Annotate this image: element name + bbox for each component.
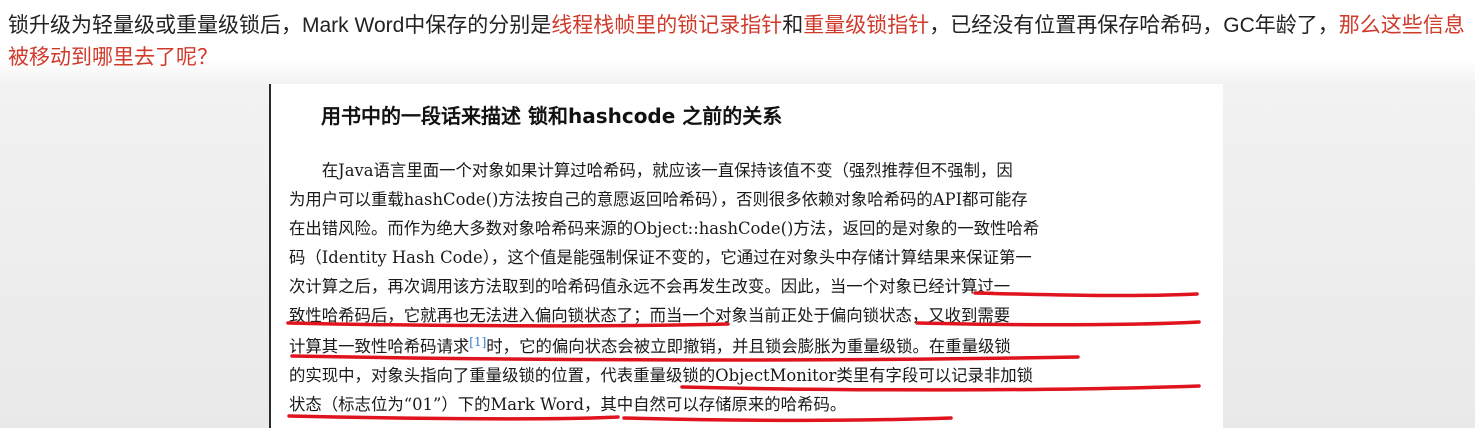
book-line-6: 致性哈希码后，它就再也无法进入偏向锁状态了；而当一个对象当前正处于偏向锁状态，又… — [289, 306, 1011, 325]
book-heading: 用书中的一段话来描述 锁和hashcode 之前的关系 — [321, 104, 783, 128]
question-highlight-heavy-lock: 重量级锁指针 — [803, 14, 930, 37]
book-line-9: 状态（标志位为“01”）下的Mark Word，其中自然可以存储原来的哈希码。 — [289, 395, 847, 414]
question-part-1: 锁升级为轻量级或重量级锁后，Mark Word中保存的分别是 — [8, 14, 552, 37]
question-text: 锁升级为轻量级或重量级锁后，Mark Word中保存的分别是线程栈帧里的锁记录指… — [8, 10, 1468, 74]
book-line-1: 在Java语言里面一个对象如果计算过哈希码，就应该一直保持该值不变（强烈推荐但不… — [289, 161, 1013, 180]
question-highlight-lock-record: 线程栈帧里的锁记录指针 — [551, 14, 783, 37]
book-excerpt: 用书中的一段话来描述 锁和hashcode 之前的关系 在Java语言里面一个对… — [269, 84, 1223, 428]
book-line-2: 为用户可以重载hashCode()方法按自己的意愿返回哈希码），否则很多依赖对象… — [289, 190, 1028, 209]
question-part-3: 和 — [782, 14, 804, 37]
book-line-7: 计算其一致性哈希码请求[1]时，它的偏向状态会被立即撤销，并且锁会膨胀为重量级锁… — [289, 333, 1011, 357]
question-part-5: ，已经没有位置再保存哈希码，GC年龄了， — [929, 14, 1339, 37]
book-line-7-b: 时，它的偏向状态会被立即撤销，并且锁会膨胀为重量级锁。在重量级锁 — [486, 337, 1011, 356]
book-line-3: 在出错风险。而作为绝大多数对象哈希码来源的Object::hashCode()方… — [289, 219, 1040, 238]
book-line-4: 码（Identity Hash Code），这个值是能强制保证不变的，它通过在对… — [289, 248, 1032, 267]
footnote-link[interactable]: [1] — [469, 335, 486, 349]
book-line-7-a: 计算其一致性哈希码请求 — [289, 337, 470, 356]
book-line-8: 的实现中，对象头指向了重量级锁的位置，代表重量级锁的ObjectMonitor类… — [289, 366, 1034, 385]
book-line-5: 次计算之后，再次调用该方法取到的哈希码值永远不会再发生改变。因此，当一个对象已经… — [289, 277, 1011, 296]
